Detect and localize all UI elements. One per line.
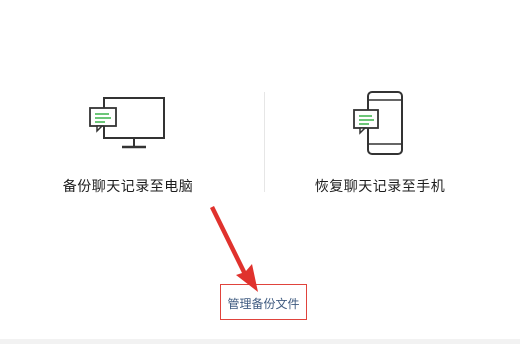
restore-to-phone-option[interactable]: 恢复聊天记录至手机 xyxy=(260,88,500,238)
phone-chat-icon xyxy=(353,91,403,155)
manage-backup-highlight[interactable]: 管理备份文件 xyxy=(220,284,307,320)
backup-to-pc-option[interactable]: 备份聊天记录至电脑 xyxy=(8,88,248,238)
bottom-strip xyxy=(0,339,520,344)
backup-restore-panel: 备份聊天记录至电脑 恢复聊天记录至手机 管理备份文件 xyxy=(0,0,520,344)
restore-to-phone-label: 恢复聊天记录至手机 xyxy=(314,178,446,194)
monitor-chat-icon xyxy=(89,97,165,149)
backup-to-pc-label: 备份聊天记录至电脑 xyxy=(62,178,194,194)
manage-backup-link[interactable]: 管理备份文件 xyxy=(221,295,306,312)
